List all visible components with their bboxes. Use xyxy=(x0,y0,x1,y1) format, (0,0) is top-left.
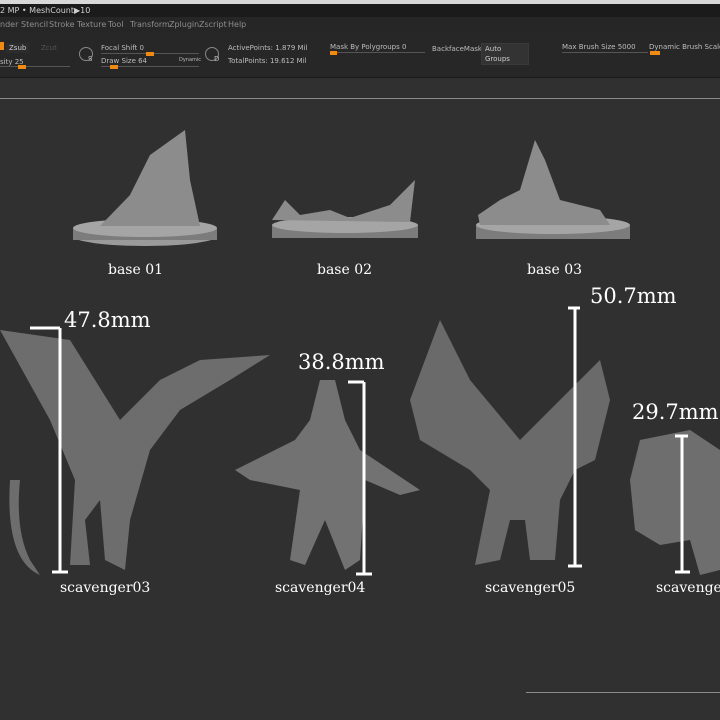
scavenger06-height: 29.7mm xyxy=(632,400,719,424)
scavenger04-height: 38.8mm xyxy=(298,350,385,374)
scavenger04-label: scavenger04 xyxy=(275,580,366,596)
scavenger06-model xyxy=(630,430,720,575)
scavenger05-label: scavenger05 xyxy=(485,580,576,596)
scavenger03-model xyxy=(0,330,270,575)
base-03-label: base 03 xyxy=(527,262,583,278)
base-02-model xyxy=(272,180,418,238)
scavenger05-height: 50.7mm xyxy=(590,284,677,308)
scavenger03-label: scavenger03 xyxy=(60,580,151,596)
scavenger06-label: scavenge xyxy=(656,580,720,596)
base-01-label: base 01 xyxy=(108,262,164,278)
base-02-label: base 02 xyxy=(317,262,373,278)
scavenger03-height: 47.8mm xyxy=(64,308,151,332)
scavenger04-model xyxy=(235,380,420,570)
base-03-model xyxy=(476,140,630,239)
scavenger05-model xyxy=(410,320,610,565)
base-01-model xyxy=(73,130,217,246)
